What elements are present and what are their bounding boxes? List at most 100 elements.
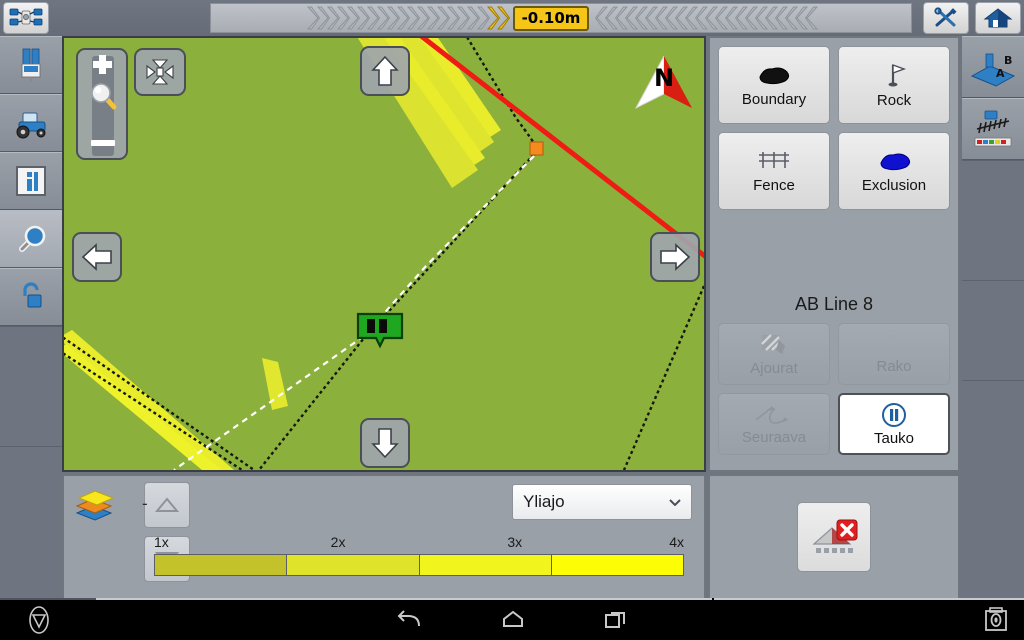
home-icon: [983, 8, 1013, 28]
arrow-up-icon: [371, 55, 399, 86]
seuraava-label: Seuraava: [741, 428, 807, 446]
legend-label-1x: 1x: [154, 534, 169, 550]
exclusion-blob-icon: [880, 153, 911, 170]
fit-to-screen-button[interactable]: [134, 48, 186, 96]
legend-label-4x: 4x: [669, 534, 684, 550]
zoom-handle-magnifier-icon[interactable]: [87, 80, 121, 114]
home-icon[interactable]: [499, 608, 527, 632]
implement-icon: [21, 48, 41, 82]
right-sidebar: A B: [962, 36, 1024, 600]
vendor-logo-icon[interactable]: [26, 605, 52, 635]
svg-text:A: A: [996, 67, 1005, 80]
seuraava-button[interactable]: Seuraava: [718, 393, 830, 455]
exclusion-button[interactable]: Exclusion: [838, 132, 950, 210]
sidebar-blank-1: [0, 326, 62, 446]
fit-to-screen-icon: [146, 59, 174, 85]
arrow-right-icon: [660, 243, 691, 271]
ajourat-button[interactable]: Ajourat: [718, 323, 830, 385]
fence-button[interactable]: Fence: [718, 132, 830, 210]
coverage-mode-value: Yliajo: [523, 492, 565, 511]
coverage-legend-panel: - Yliajo 1x 2x 3x 4x: [62, 474, 706, 600]
right-rail-blank-1: [962, 160, 1024, 280]
overlap-legend: 1x 2x 3x 4x: [154, 534, 684, 576]
rail-item-implement-coverage[interactable]: [962, 98, 1024, 160]
pan-right-button[interactable]: [650, 232, 700, 282]
pan-left-button[interactable]: [72, 232, 122, 282]
chevron-down-icon: [669, 499, 681, 506]
back-icon[interactable]: [395, 608, 423, 632]
ajourat-label: Ajourat: [750, 359, 798, 377]
sidebar-item-info[interactable]: [0, 152, 62, 210]
sidebar-item-implement[interactable]: [0, 36, 62, 94]
tools-button[interactable]: [923, 2, 969, 34]
info-icon: [16, 166, 46, 196]
guidance-lightbar: -0.10m: [210, 3, 912, 33]
right-panel: Boundary Rock Fence Exclusion AB Line 8 …: [708, 36, 960, 472]
gps-status-button[interactable]: [3, 2, 49, 34]
triangle-up-icon: [155, 497, 179, 512]
home-button[interactable]: [975, 2, 1021, 34]
feature-buttons: Boundary Rock Fence Exclusion: [710, 38, 958, 218]
arrow-down-icon: [371, 428, 399, 459]
ab-line-title: AB Line 8: [794, 294, 874, 314]
right-rail-blank-3: [962, 380, 1024, 480]
guidance-terminal-screen: -0.10m N Boundary Rock Fence Exclusion A…: [0, 0, 1024, 640]
zoom-out-icon[interactable]: [88, 136, 118, 150]
legend-segment-4x: [551, 555, 683, 575]
fence-icon: [759, 151, 789, 168]
sidebar-item-magnifier[interactable]: [0, 210, 62, 268]
right-rail-blank-2: [962, 280, 1024, 380]
arrow-left-icon: [81, 243, 112, 271]
navbar-left: [0, 605, 120, 635]
field-map[interactable]: N: [62, 36, 706, 472]
boundary-label: Boundary: [741, 90, 807, 108]
ab-line-controls: Ajourat Rako Seuraava Tauko: [710, 315, 958, 463]
layers-button[interactable]: [68, 482, 120, 528]
android-navigation-bar: [0, 600, 1024, 640]
tools-wrench-screwdriver-icon: [934, 7, 957, 27]
next-curve-icon: [755, 405, 788, 424]
rako-label: Rako: [876, 357, 912, 375]
padlock-open-icon: [23, 282, 42, 308]
pause-icon: [882, 402, 906, 427]
top-bar: -0.10m: [0, 0, 1024, 36]
tauko-label: Tauko: [873, 429, 915, 447]
navbar-center: [120, 608, 904, 632]
magnifier-icon: [19, 225, 46, 252]
zoom-in-icon[interactable]: [87, 52, 119, 78]
tractor-icon: [16, 112, 46, 139]
left-sidebar: [0, 36, 62, 600]
implement-coverage-icon: [974, 110, 1012, 147]
lightbar-left-chevrons: [306, 5, 510, 31]
navbar-right: [904, 606, 1024, 634]
rock-button[interactable]: Rock: [838, 46, 950, 124]
legend-segment-3x: [419, 555, 552, 575]
lightbar-right-chevrons: [595, 5, 819, 31]
waypoint-marker: [529, 141, 544, 156]
exclusion-label: Exclusion: [861, 176, 927, 194]
close-coverage-button[interactable]: [797, 502, 871, 572]
rail-item-ab-line-setup[interactable]: A B: [962, 36, 1024, 98]
gps-satellite-icon: [9, 8, 43, 26]
map-zoom-control[interactable]: [76, 48, 128, 160]
sidebar-item-unlock[interactable]: [0, 268, 62, 326]
sidebar-item-tractor[interactable]: [0, 94, 62, 152]
flag-icon: [888, 63, 907, 86]
tauko-button[interactable]: Tauko: [838, 393, 950, 455]
legend-bar: [154, 554, 684, 576]
fence-label: Fence: [753, 176, 795, 194]
screenshot-camera-icon[interactable]: [982, 606, 1010, 634]
pan-up-button[interactable]: [360, 46, 410, 96]
boundary-button[interactable]: Boundary: [718, 46, 830, 124]
tramline-icon: [761, 333, 785, 354]
rako-button[interactable]: Rako: [838, 323, 950, 385]
legend-segment-1x: [155, 555, 288, 575]
coverage-mode-dropdown[interactable]: Yliajo: [512, 484, 692, 520]
sidebar-blank-2: [0, 446, 62, 576]
pan-down-button[interactable]: [360, 418, 410, 468]
recents-icon[interactable]: [603, 608, 629, 632]
legend-label-2x: 2x: [330, 534, 346, 550]
compass-label: N: [654, 64, 674, 92]
value-up-button[interactable]: [144, 482, 190, 528]
ab-line-icon: A B: [970, 53, 1016, 87]
